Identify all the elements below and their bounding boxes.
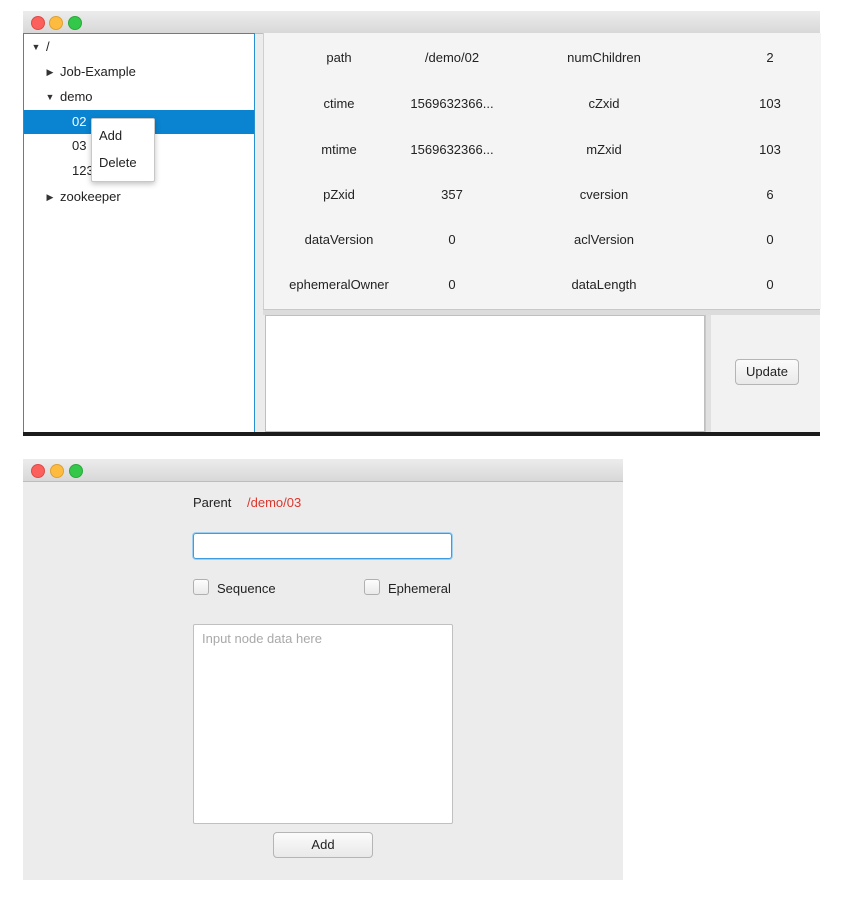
- tree-item-root[interactable]: ▼ /: [24, 35, 254, 59]
- prop-name: ephemeralOwner: [289, 277, 389, 292]
- prop-value: 6: [766, 187, 774, 202]
- prop-value: 103: [759, 96, 781, 111]
- window-bottom-edge: [23, 432, 820, 436]
- prop-value: 103: [759, 142, 781, 157]
- prop-value: 1569632366...: [410, 96, 494, 111]
- prop-name: cZxid: [588, 96, 620, 111]
- prop-name: numChildren: [567, 50, 641, 65]
- ephemeral-label: Ephemeral: [388, 581, 451, 596]
- context-menu-add[interactable]: Add: [99, 126, 122, 146]
- expanded-arrow-icon[interactable]: ▼: [31, 35, 41, 59]
- prop-name: mZxid: [586, 142, 622, 157]
- node-name-input[interactable]: [193, 533, 452, 559]
- prop-value: 0: [448, 277, 456, 292]
- properties-table: path /demo/02 numChildren 2 ctime 156963…: [263, 33, 821, 309]
- tree-item-zookeeper[interactable]: ▶ zookeeper: [24, 185, 254, 209]
- prop-name: mtime: [321, 142, 357, 157]
- context-menu-delete[interactable]: Delete: [99, 153, 137, 173]
- prop-name: dataVersion: [304, 232, 374, 247]
- prop-name: path: [326, 50, 352, 65]
- add-button[interactable]: Add: [273, 832, 373, 858]
- update-button[interactable]: Update: [735, 359, 799, 385]
- tree-item-label: 02: [72, 114, 87, 129]
- main-window-titlebar[interactable]: [23, 11, 820, 34]
- close-icon[interactable]: [31, 464, 45, 478]
- prop-value: /demo/02: [424, 50, 480, 65]
- tree-item-label: Job-Example: [60, 64, 136, 79]
- minimize-icon[interactable]: [50, 464, 64, 478]
- prop-name: aclVersion: [574, 232, 634, 247]
- context-menu: Add Delete: [91, 118, 155, 182]
- tree-item-job-example[interactable]: ▶ Job-Example: [24, 60, 254, 84]
- sequence-checkbox[interactable]: [193, 579, 209, 595]
- parent-value: /demo/03: [247, 495, 302, 510]
- tree-item-demo[interactable]: ▼ demo: [24, 85, 254, 109]
- tree-item-label: zookeeper: [60, 189, 121, 204]
- prop-value: 0: [766, 277, 774, 292]
- tree-item-label: /: [46, 39, 50, 54]
- prop-value: 0: [766, 232, 774, 247]
- tree-item-label: 03: [72, 138, 87, 153]
- main-window: ▼ / ▶ Job-Example ▼ demo 02 03 123 ▶ zoo…: [23, 11, 821, 436]
- prop-value: 1569632366...: [410, 142, 494, 157]
- expanded-arrow-icon[interactable]: ▼: [45, 85, 55, 109]
- sequence-label: Sequence: [217, 581, 276, 596]
- prop-name: cversion: [579, 187, 629, 202]
- node-data-placeholder: Input node data here: [202, 631, 322, 646]
- close-icon[interactable]: [31, 16, 45, 30]
- prop-value: 0: [448, 232, 456, 247]
- zoom-icon[interactable]: [68, 16, 82, 30]
- prop-name: pZxid: [323, 187, 355, 202]
- zoom-icon[interactable]: [69, 464, 83, 478]
- node-data-textarea[interactable]: [265, 315, 705, 432]
- prop-value: 2: [766, 50, 774, 65]
- parent-label: Parent: [193, 495, 232, 510]
- tree-item-label: demo: [60, 89, 93, 104]
- dialog-titlebar[interactable]: [23, 459, 623, 482]
- prop-value: 357: [441, 187, 463, 202]
- collapsed-arrow-icon[interactable]: ▶: [45, 185, 55, 209]
- prop-name: ctime: [323, 96, 355, 111]
- prop-name: dataLength: [571, 277, 637, 292]
- minimize-icon[interactable]: [49, 16, 63, 30]
- node-data-input[interactable]: Input node data here: [193, 624, 453, 824]
- collapsed-arrow-icon[interactable]: ▶: [45, 60, 55, 84]
- ephemeral-checkbox[interactable]: [364, 579, 380, 595]
- node-tree[interactable]: ▼ / ▶ Job-Example ▼ demo 02 03 123 ▶ zoo…: [23, 33, 255, 433]
- update-pane: Update: [711, 315, 820, 432]
- add-node-dialog: Parent /demo/03 Sequence Ephemeral Input…: [23, 459, 623, 880]
